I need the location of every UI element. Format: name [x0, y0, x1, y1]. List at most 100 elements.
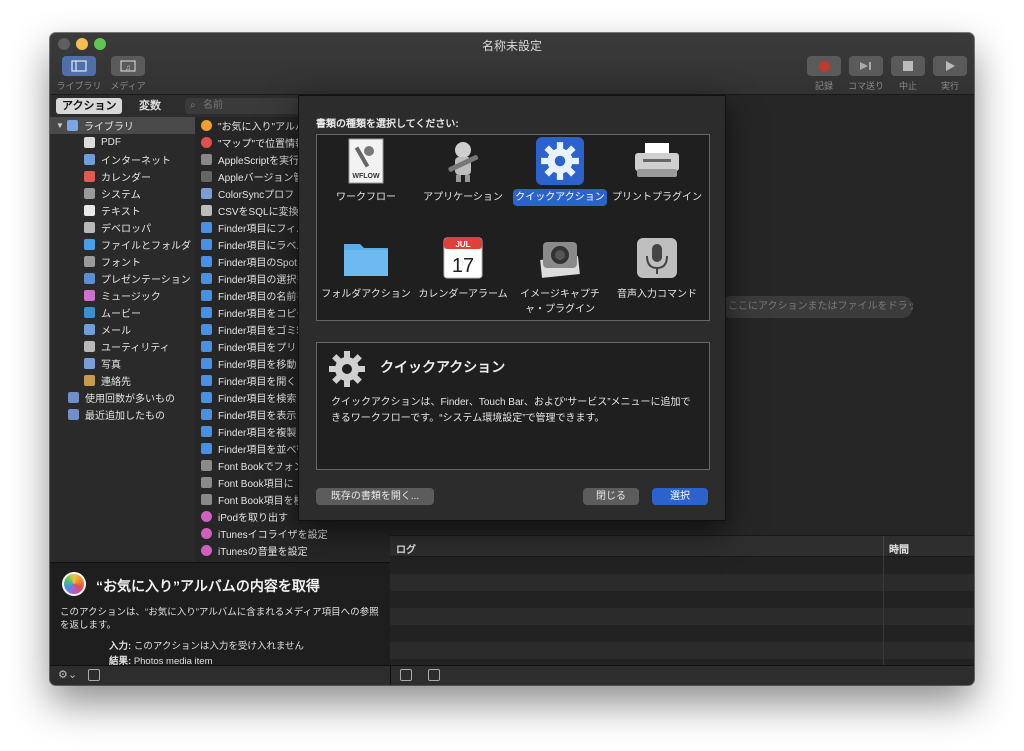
sidebar-item-label: ユーティリティ — [101, 343, 170, 354]
sidebar-item[interactable]: 写真 — [50, 355, 195, 372]
document-type-tile[interactable]: クイックアクション — [513, 137, 607, 206]
run-label: 実行 — [940, 81, 959, 91]
sidebar-item[interactable]: 最近追加したもの — [50, 406, 195, 423]
microphone-icon — [633, 234, 681, 282]
category-icon — [84, 154, 95, 165]
action-item-label: "マップ"で位置情報 — [218, 139, 306, 150]
action-icon — [201, 222, 212, 233]
gear-icon — [329, 351, 365, 387]
sidebar-item[interactable]: ファイルとフォルダ — [50, 236, 195, 253]
search-icon: ⌕ — [190, 100, 196, 111]
sidebar-item[interactable]: PDF — [50, 134, 195, 151]
disclosure-triangle-icon[interactable]: ▼ — [56, 121, 64, 130]
wflow-text: WFLOW — [352, 173, 380, 180]
document-type-tile[interactable]: WFLOW ワークフロー — [319, 137, 413, 206]
record-button[interactable] — [807, 56, 841, 76]
sidebar-item-label: プレゼンテーション — [101, 275, 191, 286]
info-title: クイックアクション — [380, 359, 506, 375]
action-item[interactable]: iTunesイコライザを設定 — [195, 525, 390, 542]
action-icon — [201, 205, 212, 216]
play-icon — [946, 61, 955, 71]
sidebar-item[interactable]: システム — [50, 185, 195, 202]
sidebar-item-label: システム — [101, 190, 141, 201]
sidebar-item[interactable]: 使用回数が多いもの — [50, 389, 195, 406]
sidebar-item[interactable]: カレンダー — [50, 168, 195, 185]
document-type-tile[interactable]: プリントプラグイン — [610, 137, 704, 206]
sidebar-item[interactable]: インターネット — [50, 151, 195, 168]
sidebar-item-label: ミュージック — [101, 292, 161, 303]
sidebar-item[interactable]: 連絡先 — [50, 372, 195, 389]
tab-actions[interactable]: アクション — [56, 98, 123, 114]
action-item-label: Finder項目にフィル — [218, 224, 307, 235]
drop-hint: ここにアクションまたはファイルをドラッグしてください。 — [720, 296, 913, 318]
calendar-day: 17 — [452, 255, 474, 277]
document-type-tile[interactable]: アプリケーション — [416, 137, 510, 206]
sidebar-item[interactable]: テキスト — [50, 202, 195, 219]
gear-menu-button[interactable]: ⚙︎⌄ — [58, 668, 77, 681]
run-button[interactable] — [933, 56, 967, 76]
record-icon — [818, 60, 830, 72]
sidebar-item[interactable]: ムービー — [50, 304, 195, 321]
sidebar-item[interactable]: デベロッパ — [50, 219, 195, 236]
document-type-tile[interactable]: JUL 17 カレンダーアラーム — [416, 234, 510, 303]
category-icon — [84, 324, 95, 335]
action-icon — [201, 341, 212, 352]
category-icon — [84, 137, 95, 148]
action-item-label: Finder項目を複製 — [218, 428, 297, 439]
sidebar-item[interactable]: ▼ ライブラリ — [50, 117, 195, 134]
time-column-header[interactable]: 時間 — [889, 541, 909, 556]
sidebar-item[interactable]: メール — [50, 321, 195, 338]
description-title: “お気に入り”アルバムの内容を取得 — [96, 578, 320, 594]
tab-variables[interactable]: 変数 — [133, 98, 167, 114]
workflow-icon: WFLOW — [342, 137, 390, 185]
step-icon — [860, 62, 871, 70]
media-button[interactable]: ♫ — [111, 56, 145, 76]
document-type-tile[interactable]: イメージキャプチャ・プラグイン — [513, 234, 607, 318]
action-item-label: Finder項目を移動 — [218, 360, 297, 371]
action-item-label: Font Book項目に — [218, 479, 294, 490]
library-toggle-button[interactable] — [62, 56, 96, 76]
category-icon — [84, 171, 95, 182]
action-icon — [201, 545, 212, 556]
sidebar-item[interactable]: ユーティリティ — [50, 338, 195, 355]
sidebar-item-label: ファイルとフォルダ — [101, 241, 191, 252]
sidebar-item[interactable]: ミュージック — [50, 287, 195, 304]
document-type-label: カレンダーアラーム — [418, 289, 508, 300]
library-list: ▼ ライブラリ PDF インターネット カレンダーシステム テキスト デベロッパファイルとフ… — [50, 117, 195, 562]
action-item-label: "お気に入り"アルバ — [218, 122, 305, 133]
choose-button[interactable]: 選択 — [652, 488, 708, 505]
document-type-tile[interactable]: フォルダアクション — [319, 234, 413, 303]
sidebar-item-label: フォント — [101, 258, 141, 269]
sidebar-item[interactable]: フォント — [50, 253, 195, 270]
category-icon — [84, 375, 95, 386]
category-icon — [84, 188, 95, 199]
close-button[interactable]: 閉じる — [583, 488, 639, 505]
action-item-label: CSVをSQLに変換 — [218, 207, 299, 218]
step-button[interactable] — [849, 56, 883, 76]
category-icon — [84, 307, 95, 318]
action-icon — [201, 392, 212, 403]
log-column-header[interactable]: ログ — [396, 541, 416, 556]
sidebar-item[interactable]: プレゼンテーション — [50, 270, 195, 287]
action-icon — [201, 375, 212, 386]
media-label: メディア — [110, 81, 146, 91]
sidebar-item-label: ムービー — [101, 309, 141, 320]
action-item[interactable]: iTunesの音量を設定 — [195, 542, 390, 559]
document-type-tile[interactable]: 音声入力コマンド — [610, 234, 704, 303]
automator-window: 名称未設定 ライブラリ ♫ メディア 記録 コマ送り 中止 実行 アクション 変… — [50, 33, 974, 685]
action-item-label: iTunesの音量を設定 — [218, 547, 308, 558]
application-icon — [439, 137, 487, 185]
list-view-button[interactable] — [400, 669, 412, 681]
action-item-label: Finder項目をコピー — [218, 309, 307, 320]
action-icon — [201, 307, 212, 318]
sidebar-item-label: PDF — [101, 137, 121, 148]
action-item-label: Finder項目を並べ替 — [218, 445, 307, 456]
split-view-button[interactable] — [428, 669, 440, 681]
action-icon — [201, 494, 212, 505]
description-toggle-button[interactable] — [88, 669, 100, 681]
action-item-label: AppleScriptを実行 — [218, 156, 300, 167]
stop-button[interactable] — [891, 56, 925, 76]
action-icon — [201, 324, 212, 335]
calendar-icon: JUL 17 — [439, 234, 487, 282]
open-existing-button[interactable]: 既存の書類を開く... — [316, 488, 434, 505]
